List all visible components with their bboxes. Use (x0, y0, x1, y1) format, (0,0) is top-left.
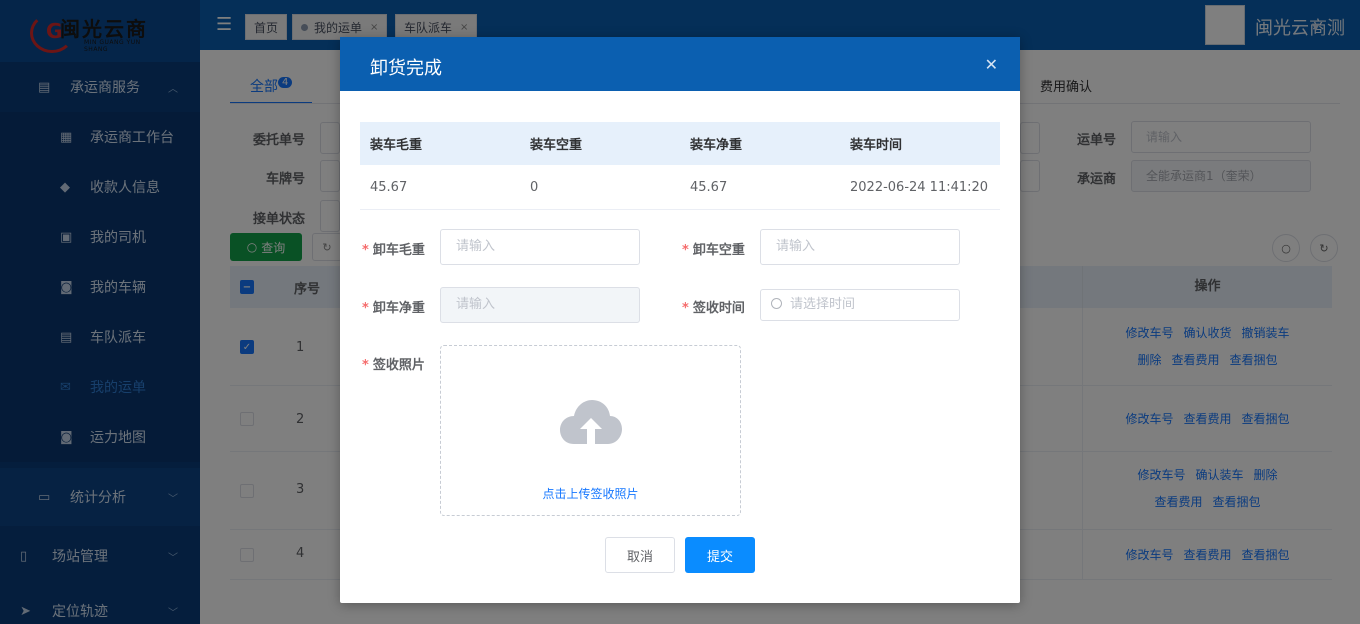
unload-gross-label: * 卸车毛重 (362, 243, 425, 258)
submit-button[interactable]: 提交 (685, 537, 755, 573)
upload-hint: 点击上传签收照片 (542, 487, 639, 501)
loading-info-table: 装车毛重 装车空重 装车净重 装车时间 45.67 0 45.67 2022-0… (360, 122, 1000, 210)
cell-loading-time: 2022-06-24 11:41:20 (850, 179, 989, 195)
unload-tare-label: * 卸车空重 (682, 243, 745, 258)
unload-gross-input[interactable]: 请输入 (440, 229, 640, 265)
unload-complete-dialog: 卸货完成 ✕ 装车毛重 装车空重 装车净重 装车时间 45.67 0 45.67… (340, 37, 1020, 603)
cancel-button[interactable]: 取消 (605, 537, 675, 573)
cell-tare-weight: 0 (530, 179, 539, 195)
col-gross-weight: 装车毛重 (370, 138, 423, 153)
col-tare-weight: 装车空重 (530, 138, 583, 153)
unload-tare-input[interactable]: 请输入 (760, 229, 960, 265)
photo-upload-area[interactable]: 点击上传签收照片 (440, 345, 741, 516)
cell-net-weight: 45.67 (690, 179, 728, 195)
col-net-weight: 装车净重 (690, 138, 743, 153)
cell-gross-weight: 45.67 (370, 179, 408, 195)
cloud-upload-icon (560, 400, 622, 444)
col-loading-time: 装车时间 (850, 138, 903, 153)
sign-time-picker[interactable]: 请选择时间 (760, 289, 960, 321)
unload-net-input: 请输入 (440, 287, 640, 323)
unload-net-label: * 卸车净重 (362, 301, 425, 316)
close-icon[interactable]: ✕ (985, 37, 998, 93)
sign-time-label: * 签收时间 (682, 301, 745, 316)
clock-icon (771, 298, 782, 309)
table-row: 45.67 0 45.67 2022-06-24 11:41:20 (360, 165, 1000, 210)
dialog-title: 卸货完成 (370, 58, 442, 79)
loading-table-header: 装车毛重 装车空重 装车净重 装车时间 (360, 122, 1000, 165)
dialog-header: 卸货完成 ✕ (340, 37, 1020, 91)
sign-photo-label: * 签收照片 (362, 358, 425, 373)
